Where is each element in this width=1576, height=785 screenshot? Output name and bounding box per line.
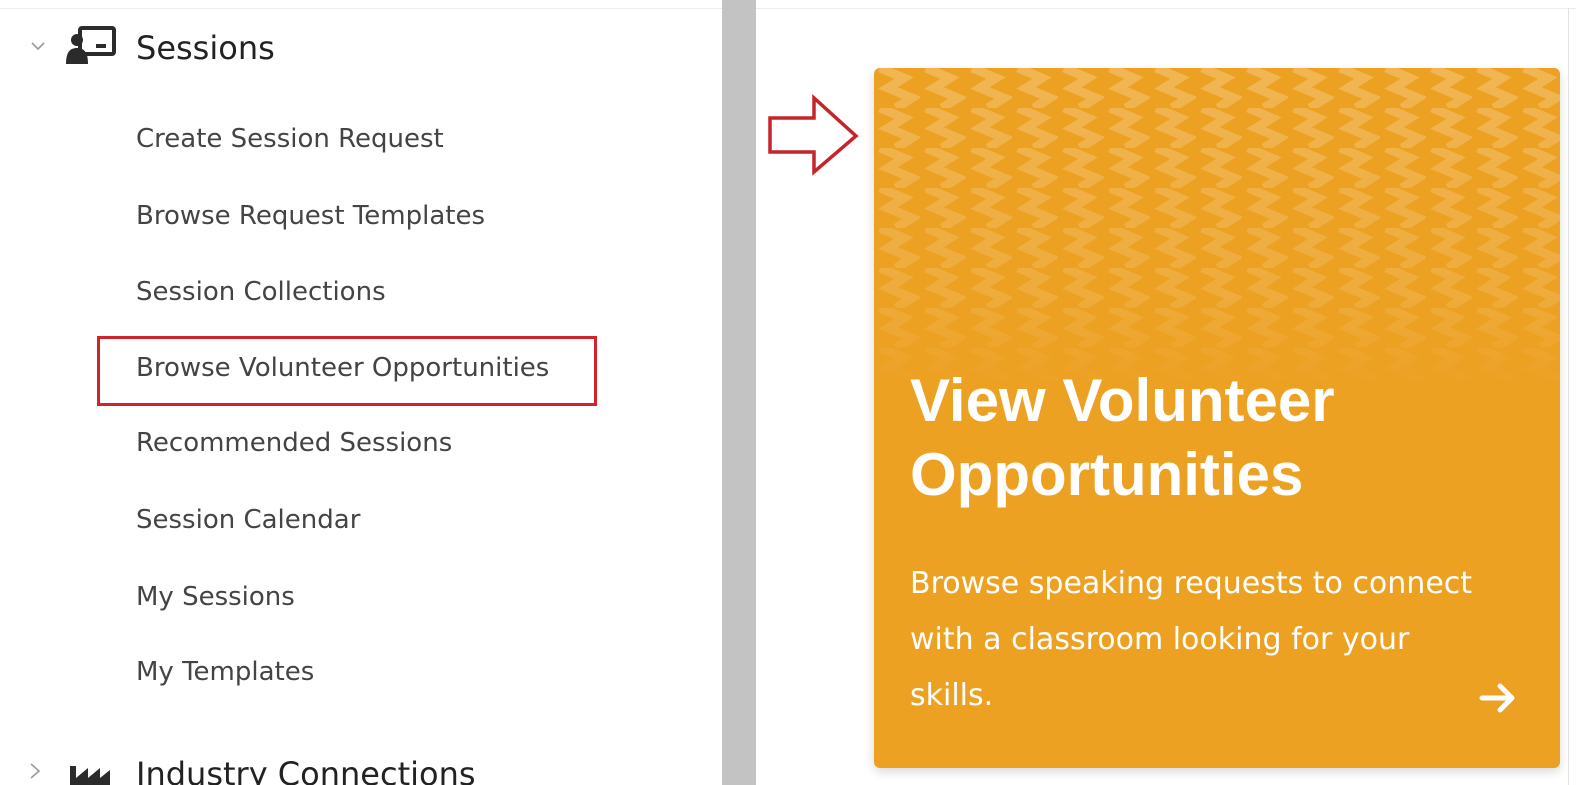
card-description: Browse speaking requests to connect with…	[910, 566, 1473, 713]
nav-item-create-session-request[interactable]: Create Session Request	[136, 122, 444, 156]
divider-line	[756, 8, 1576, 9]
divider-line	[0, 8, 722, 9]
callout-arrow-icon	[768, 94, 859, 176]
nav-item-session-calendar[interactable]: Session Calendar	[136, 503, 360, 537]
volunteer-opportunities-card[interactable]: View Volunteer Opportunities Browse spea…	[874, 68, 1560, 768]
chevron-right-icon[interactable]	[28, 762, 42, 780]
group-title-sessions[interactable]: Sessions	[136, 28, 275, 68]
presentation-icon	[66, 26, 116, 64]
arrow-right-icon[interactable]	[1478, 680, 1518, 716]
chevron-down-icon[interactable]	[30, 38, 46, 54]
nav-item-my-templates[interactable]: My Templates	[136, 655, 314, 689]
group-title-industry-connections[interactable]: Industry Connections	[136, 754, 476, 785]
nav-item-browse-request-templates[interactable]: Browse Request Templates	[136, 199, 485, 233]
nav-item-my-sessions[interactable]: My Sessions	[136, 580, 295, 614]
industry-connections-group-header[interactable]: Industry Connections	[0, 748, 722, 785]
panel-splitter[interactable]	[722, 0, 756, 785]
sidebar-nav: Sessions Create Session Request Browse R…	[0, 0, 722, 785]
divider-line	[1568, 8, 1569, 785]
nav-item-browse-volunteer-opportunities[interactable]: Browse Volunteer Opportunities	[136, 351, 549, 385]
main-content: View Volunteer Opportunities Browse spea…	[756, 0, 1576, 785]
nav-item-recommended-sessions[interactable]: Recommended Sessions	[136, 426, 452, 460]
zigzag-pattern	[874, 68, 1560, 388]
card-title: View Volunteer Opportunities	[910, 367, 1335, 508]
nav-item-session-collections[interactable]: Session Collections	[136, 275, 386, 309]
factory-icon	[70, 766, 110, 785]
sessions-group-header[interactable]: Sessions	[0, 20, 722, 84]
